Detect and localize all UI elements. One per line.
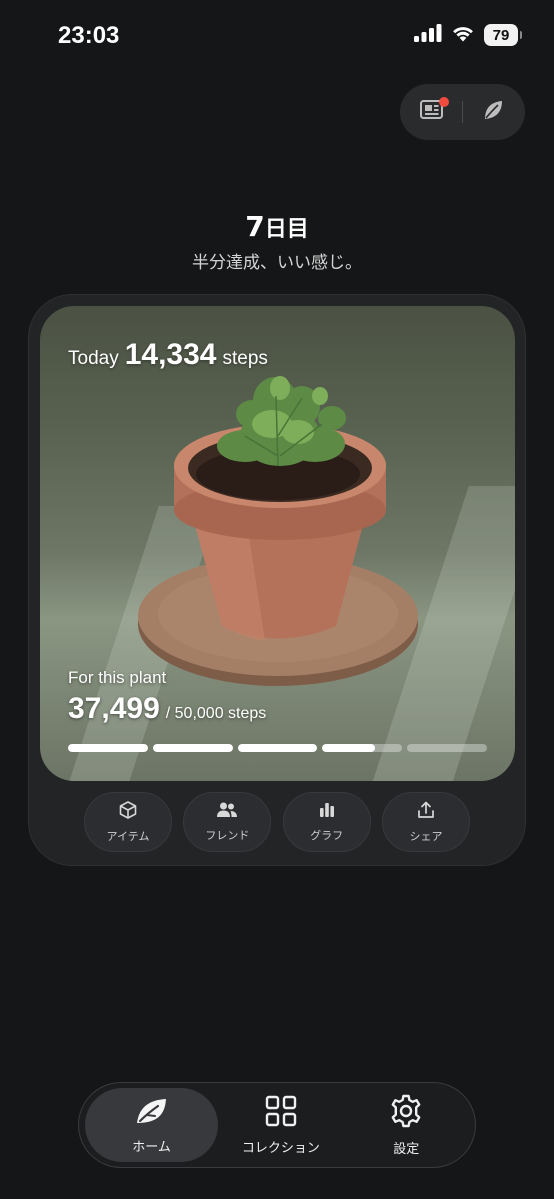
friends-icon (216, 801, 238, 823)
status-time: 23:03 (58, 22, 120, 49)
progress-segment-fill (237, 744, 318, 752)
today-label: Today (68, 348, 119, 369)
progress-segment-fill (322, 744, 376, 752)
progress-segment (152, 744, 233, 752)
day-number: 7 (245, 210, 265, 243)
today-steps-value: 14,334 (124, 338, 217, 371)
progress-segment (237, 744, 318, 752)
friends-button[interactable]: フレンド (183, 792, 272, 852)
graph-label: グラフ (310, 829, 344, 842)
today-steps-unit: steps (222, 348, 268, 369)
progress-segment-fill (152, 744, 233, 752)
signal-icon (414, 24, 442, 46)
battery-icon: 79 (484, 24, 522, 46)
news-button[interactable] (418, 97, 449, 126)
friends-label: フレンド (205, 829, 250, 842)
box-icon (118, 800, 138, 824)
plant-button[interactable] (479, 98, 507, 126)
tab-collection[interactable]: コレクション (218, 1088, 343, 1162)
progress-segment (322, 744, 403, 752)
day-heading: 7日目 (0, 210, 554, 243)
share-button[interactable]: シェア (381, 792, 470, 852)
card-actions: アイテム フレンド グラフ シェア (84, 792, 470, 852)
notification-dot (439, 97, 449, 107)
top-action-pill (400, 84, 525, 140)
tab-bar: ホーム コレクション 設定 (78, 1082, 476, 1168)
bar-chart-icon (318, 801, 336, 823)
status-icons: 79 (414, 24, 522, 46)
progress-segment (407, 744, 487, 752)
plant-steps-goal: / 50,000 steps (165, 705, 267, 722)
plant-steps-value: 37,499 (68, 692, 160, 725)
tab-home-label: ホーム (132, 1139, 171, 1155)
progress-segment-fill (68, 744, 148, 752)
progress-segment (68, 744, 148, 752)
leaf-icon (134, 1096, 170, 1130)
tab-home[interactable]: ホーム (85, 1088, 219, 1162)
grid-icon (265, 1095, 297, 1131)
tab-settings[interactable]: 設定 (344, 1088, 469, 1162)
pill-divider (462, 101, 463, 123)
graph-button[interactable]: グラフ (282, 792, 371, 852)
gear-icon (389, 1094, 423, 1132)
wifi-icon (451, 24, 475, 46)
plant-steps: 37,499 / 50,000 steps (68, 692, 266, 726)
plant-progress-bar (68, 744, 487, 752)
today-steps: Today 14,334 steps (68, 338, 268, 372)
share-icon (416, 800, 436, 824)
items-label: アイテム (106, 830, 150, 843)
plant-label: For this plant (68, 668, 167, 687)
tab-settings-label: 設定 (393, 1141, 420, 1157)
day-message: 半分達成、いい感じ。 (192, 253, 362, 273)
items-button[interactable]: アイテム (84, 792, 172, 852)
status-bar: 23:03 79 (0, 0, 554, 72)
tab-collection-label: コレクション (241, 1140, 320, 1156)
share-label: シェア (409, 830, 443, 843)
leaf-icon (481, 98, 505, 126)
day-suffix: 日目 (264, 217, 309, 242)
